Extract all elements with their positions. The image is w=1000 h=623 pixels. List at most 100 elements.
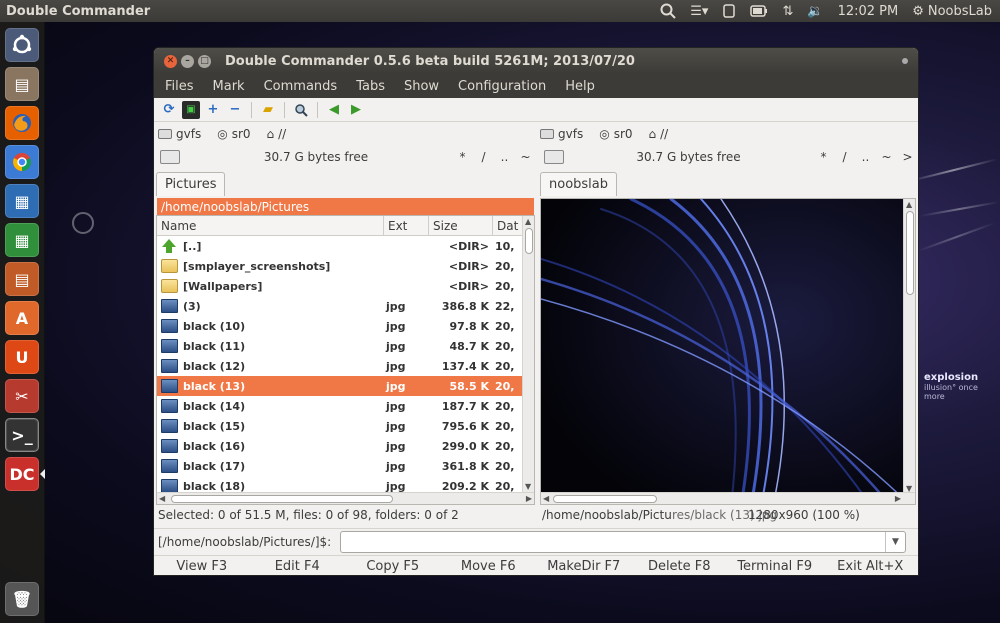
writer-icon[interactable]: ▦ [5, 184, 39, 218]
column-name[interactable]: Name [157, 216, 384, 235]
tab-pictures[interactable]: Pictures [156, 172, 226, 196]
system-settings-icon[interactable]: ✂ [5, 379, 39, 413]
window-titlebar[interactable]: ✕ – □ Double Commander 0.5.6 beta build … [154, 48, 918, 74]
file-row[interactable]: black (12) jpg 137.4 K 20, [157, 356, 534, 376]
session-menu[interactable]: ⚙ NoobsLab [912, 4, 992, 19]
column-date[interactable]: Dat [493, 216, 523, 235]
nav-root-all[interactable]: * [813, 150, 834, 164]
minimize-icon[interactable]: – [181, 54, 194, 68]
folder-icon[interactable]: ▰ [259, 101, 277, 119]
right-drive-sr0[interactable]: ◎ sr0 [599, 127, 632, 141]
search-icon[interactable] [292, 101, 310, 119]
menu-tabs[interactable]: Tabs [345, 79, 393, 94]
left-horizontal-scrollbar[interactable]: ◀ ▶ [157, 492, 534, 504]
nav-root[interactable]: / [473, 150, 494, 164]
maximize-icon[interactable]: □ [198, 54, 211, 68]
trash-icon[interactable]: 🗑 [5, 582, 39, 616]
firefox-icon[interactable] [5, 106, 39, 140]
edit-f4-button[interactable]: Edit F4 [250, 556, 346, 575]
file-row[interactable]: black (17) jpg 361.8 K 20, [157, 456, 534, 476]
left-drive-sr0[interactable]: ◎ sr0 [217, 127, 250, 141]
scroll-down-icon[interactable]: ▼ [525, 482, 531, 491]
scroll-right-icon[interactable]: ▶ [895, 494, 901, 503]
file-row[interactable]: [Wallpapers] <DIR> 20, [157, 276, 534, 296]
menu-show[interactable]: Show [393, 79, 447, 94]
scroll-thumb[interactable] [906, 211, 914, 295]
view-f3-button[interactable]: View F3 [154, 556, 250, 575]
file-row[interactable]: black (16) jpg 299.0 K 20, [157, 436, 534, 456]
right-drive-gvfs[interactable]: gvfs [540, 127, 583, 141]
left-vertical-scrollbar[interactable]: ▲ ▼ [522, 216, 534, 492]
scroll-thumb[interactable] [171, 495, 393, 503]
file-row[interactable]: [smplayer_screenshots] <DIR> 20, [157, 256, 534, 276]
nav-parent[interactable]: .. [494, 150, 515, 164]
image-preview-panel[interactable]: ▲ ▼ ◀ ▶ [540, 198, 916, 505]
window-menu-dot[interactable] [902, 58, 908, 64]
tab-noobslab[interactable]: noobslab [540, 172, 618, 196]
column-size[interactable]: Size [429, 216, 493, 235]
file-manager-icon[interactable]: ▤ [5, 67, 39, 101]
scroll-thumb[interactable] [553, 495, 657, 503]
file-row[interactable]: black (15) jpg 795.6 K 20, [157, 416, 534, 436]
menu-help[interactable]: Help [554, 79, 603, 94]
scroll-up-icon[interactable]: ▲ [525, 217, 531, 226]
nav-other-panel[interactable]: > [897, 150, 918, 164]
file-row[interactable]: black (13) jpg 58.5 K 20, [157, 376, 534, 396]
makedir-f7-button[interactable]: MakeDir F7 [536, 556, 632, 575]
clock-label[interactable]: 12:02 PM [838, 4, 899, 19]
terminal-icon[interactable]: ▣ [182, 100, 200, 119]
impress-icon[interactable]: ▤ [5, 262, 39, 296]
search-icon[interactable] [660, 3, 676, 19]
scroll-right-icon[interactable]: ▶ [526, 494, 532, 503]
chrome-icon[interactable] [5, 145, 39, 179]
file-row[interactable]: black (14) jpg 187.7 K 20, [157, 396, 534, 416]
calc-icon[interactable]: ▦ [5, 223, 39, 257]
exit-altx-button[interactable]: Exit Alt+X [823, 556, 919, 575]
battery-icon[interactable] [750, 5, 768, 17]
scroll-left-icon[interactable]: ◀ [159, 494, 165, 503]
right-drive-network[interactable]: ⌂// [649, 127, 669, 141]
keyboard-menu-icon[interactable]: ☰▾ [690, 4, 708, 19]
ubuntu-one-icon[interactable]: U [5, 340, 39, 374]
back-arrow-icon[interactable]: ◀ [325, 101, 343, 119]
nav-home[interactable]: ~ [515, 150, 536, 164]
copy-f5-button[interactable]: Copy F5 [345, 556, 441, 575]
nav-parent[interactable]: .. [855, 150, 876, 164]
nav-root[interactable]: / [834, 150, 855, 164]
terminal-f9-button[interactable]: Terminal F9 [727, 556, 823, 575]
left-drive-network[interactable]: ⌂// [267, 127, 287, 141]
file-row[interactable]: (3) jpg 386.8 K 22, [157, 296, 534, 316]
phone-icon[interactable] [722, 4, 736, 18]
forward-arrow-icon[interactable]: ▶ [347, 101, 365, 119]
chevron-down-icon[interactable]: ▼ [885, 531, 905, 552]
column-ext[interactable]: Ext [384, 216, 429, 235]
software-center-icon[interactable]: A [5, 301, 39, 335]
menu-commands[interactable]: Commands [253, 79, 346, 94]
menu-configuration[interactable]: Configuration [447, 79, 554, 94]
drive-button[interactable] [160, 150, 180, 164]
left-path-bar[interactable]: /home/noobslab/Pictures [157, 198, 534, 215]
left-drive-gvfs[interactable]: gvfs [158, 127, 201, 141]
double-commander-launcher-icon[interactable]: DC [5, 457, 39, 491]
plus-icon[interactable]: + [204, 101, 222, 119]
close-icon[interactable]: ✕ [164, 54, 177, 68]
menu-mark[interactable]: Mark [202, 79, 253, 94]
delete-f8-button[interactable]: Delete F8 [632, 556, 728, 575]
move-f6-button[interactable]: Move F6 [441, 556, 537, 575]
network-icon[interactable]: ⇅ [782, 4, 793, 19]
file-row[interactable]: [..] <DIR> 10, [157, 236, 534, 256]
left-file-list[interactable]: Name Ext Size Dat [..] <DIR> 10, [smplayer_… [156, 215, 535, 505]
scroll-thumb[interactable] [525, 228, 533, 254]
nav-home[interactable]: ~ [876, 150, 897, 164]
command-input[interactable]: ▼ [340, 530, 906, 553]
scroll-up-icon[interactable]: ▲ [906, 200, 912, 209]
file-row[interactable]: black (11) jpg 48.7 K 20, [157, 336, 534, 356]
volume-icon[interactable]: 🔉 [807, 4, 823, 19]
right-vertical-scrollbar[interactable]: ▲ ▼ [903, 199, 915, 494]
file-row[interactable]: black (10) jpg 97.8 K 20, [157, 316, 534, 336]
nav-root-all[interactable]: * [452, 150, 473, 164]
scroll-left-icon[interactable]: ◀ [543, 494, 549, 503]
right-horizontal-scrollbar[interactable]: ◀ ▶ [541, 492, 915, 504]
drive-button[interactable] [544, 150, 564, 164]
refresh-icon[interactable]: ⟳ [160, 101, 178, 119]
